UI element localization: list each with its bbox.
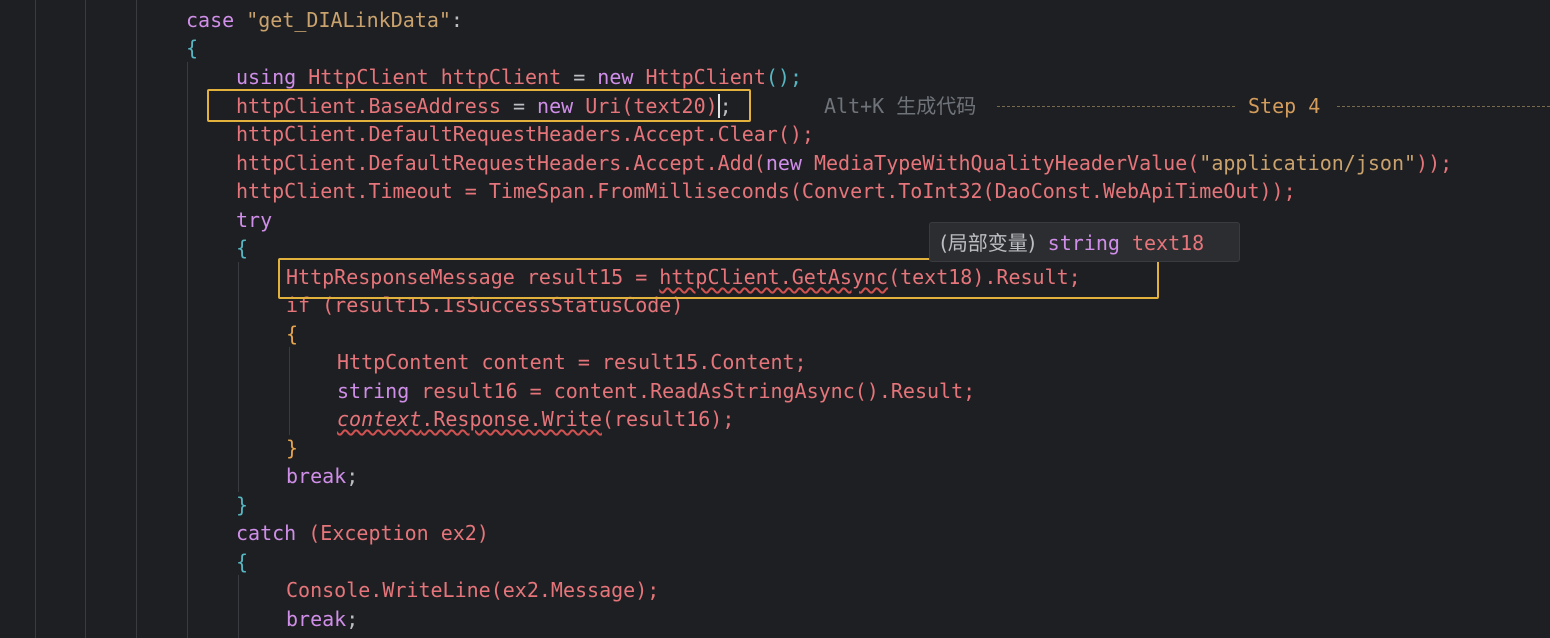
tooltip-name: text18 (1131, 231, 1205, 255)
code-line[interactable]: httpClient.DefaultRequestHeaders.Accept.… (236, 149, 1452, 177)
indent-guide (85, 0, 86, 638)
variable-tooltip: (局部变量) string text18 (929, 222, 1240, 262)
code-line[interactable]: context.Response.Write(result16); (337, 405, 734, 433)
tooltip-kind: (局部变量) (940, 231, 1036, 255)
indent-guide (187, 62, 188, 638)
indent-guide (35, 0, 36, 638)
code-line[interactable]: string result16 = content.ReadAsStringAs… (337, 377, 975, 405)
code-line[interactable]: break; (286, 605, 358, 633)
highlight-box (207, 89, 751, 122)
dashed-connector (1337, 106, 1550, 107)
code-line[interactable]: catch (Exception ex2) (236, 519, 489, 547)
code-editor[interactable]: case "get_DIALinkData": { using HttpClie… (0, 0, 1550, 638)
code-line[interactable]: { (236, 234, 248, 262)
code-line[interactable]: httpClient.Timeout = TimeSpan.FromMillis… (236, 177, 1296, 205)
inline-hint[interactable]: Alt+K 生成代码 (824, 92, 976, 120)
step-label: Step 4 (1248, 94, 1321, 118)
indent-guide (289, 347, 290, 435)
code-line[interactable]: case "get_DIALinkData": (186, 6, 463, 34)
code-line[interactable]: HttpContent content = result15.Content; (337, 348, 807, 376)
indent-guide (238, 262, 239, 492)
indent-guide (136, 0, 137, 638)
highlight-box (278, 258, 1159, 299)
string-literal: "get_DIALinkData" (246, 8, 451, 32)
dashed-connector (997, 106, 1235, 107)
code-line[interactable]: try (236, 206, 272, 234)
code-line[interactable]: } (286, 434, 298, 462)
indent-guide (238, 575, 239, 638)
code-line[interactable]: Console.WriteLine(ex2.Message); (286, 576, 659, 604)
code-line[interactable]: { (236, 548, 248, 576)
code-line[interactable]: break; (286, 462, 358, 490)
code-line[interactable]: } (236, 491, 248, 519)
code-line[interactable]: using HttpClient httpClient = new HttpCl… (236, 63, 802, 91)
keyword: case (186, 8, 235, 32)
tooltip-type: string (1047, 231, 1120, 255)
code-line[interactable]: httpClient.DefaultRequestHeaders.Accept.… (236, 120, 814, 148)
hint-label: 生成代码 (896, 94, 977, 118)
code-line[interactable]: { (286, 320, 298, 348)
code-line[interactable]: { (186, 34, 198, 62)
hint-shortcut: Alt+K (824, 94, 885, 118)
